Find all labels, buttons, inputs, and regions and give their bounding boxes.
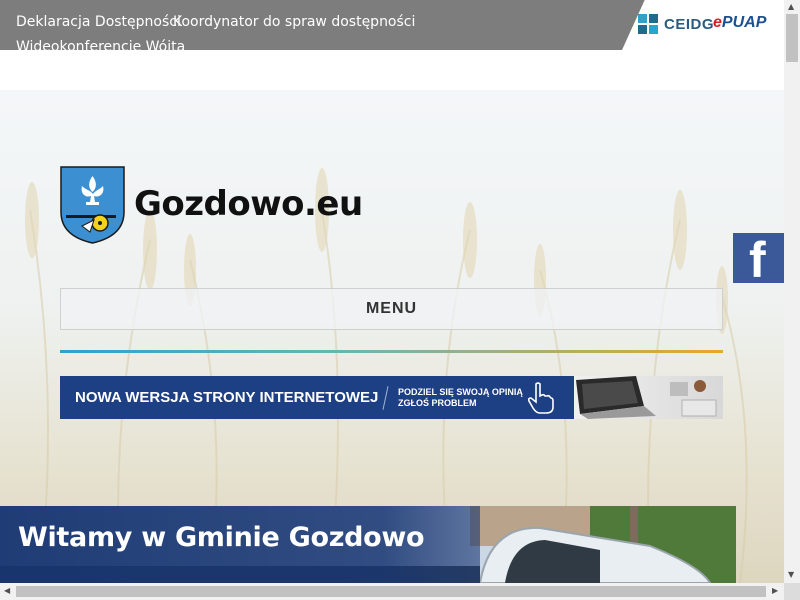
epuap-label: PUAP: [721, 14, 767, 31]
vertical-scrollbar[interactable]: ▲ ▼: [784, 0, 800, 583]
horizontal-scroll-thumb[interactable]: [16, 586, 766, 597]
link-mayor-videoconferences[interactable]: Wideokonferencje Wójta: [16, 39, 185, 50]
color-divider: [60, 350, 723, 353]
ceidg-label: CEIDG: [664, 15, 715, 33]
top-spacer: [0, 50, 784, 90]
link-accessibility-declaration[interactable]: Deklaracja Dostępności: [16, 14, 181, 30]
scroll-left-icon[interactable]: ◀: [4, 587, 10, 595]
banner-photo-laptop: [574, 376, 723, 419]
scroll-up-icon[interactable]: ▲: [788, 3, 794, 11]
hero-section: Witamy w Gminie Gozdowo: [0, 506, 736, 583]
link-accessibility-coordinator[interactable]: Koordynator do spraw dostępności: [173, 14, 415, 30]
facebook-button[interactable]: f: [733, 232, 784, 288]
scroll-right-icon[interactable]: ▶: [772, 587, 778, 595]
facebook-icon: f: [749, 232, 766, 288]
epuap-logo-icon: e: [713, 14, 722, 31]
banner-report-line: ZGŁOŚ PROBLEM: [398, 398, 477, 408]
ceidg-logo-icon: [638, 14, 658, 34]
scrollbar-corner: [784, 583, 800, 600]
pointing-hand-icon: [528, 382, 554, 414]
epuap-link[interactable]: ePUAP: [713, 14, 766, 32]
ceidg-link[interactable]: CEIDG: [638, 14, 714, 34]
new-website-banner[interactable]: NOWA WERSJA STRONY INTERNETOWEJ PODZIEL …: [60, 376, 723, 419]
hero-title: Witamy w Gminie Gozdowo: [18, 522, 425, 553]
coat-of-arms-icon[interactable]: [60, 166, 125, 244]
banner-separator: [382, 386, 389, 410]
menu-button[interactable]: MENU: [60, 288, 723, 330]
vertical-scroll-thumb[interactable]: [786, 14, 798, 62]
horizontal-scrollbar[interactable]: ◀ ▶: [0, 583, 784, 600]
top-navigation-bar: Deklaracja Dostępności Koordynator do sp…: [0, 0, 784, 50]
banner-headline: NOWA WERSJA STRONY INTERNETOWEJ: [75, 389, 379, 406]
scroll-down-icon[interactable]: ▼: [788, 571, 794, 579]
site-title[interactable]: Gozdowo.eu: [134, 184, 363, 224]
banner-feedback-text: PODZIEL SIĘ SWOJĄ OPINIĄ ZGŁOŚ PROBLEM: [398, 387, 523, 409]
banner-feedback-line: PODZIEL SIĘ SWOJĄ OPINIĄ: [398, 387, 523, 397]
